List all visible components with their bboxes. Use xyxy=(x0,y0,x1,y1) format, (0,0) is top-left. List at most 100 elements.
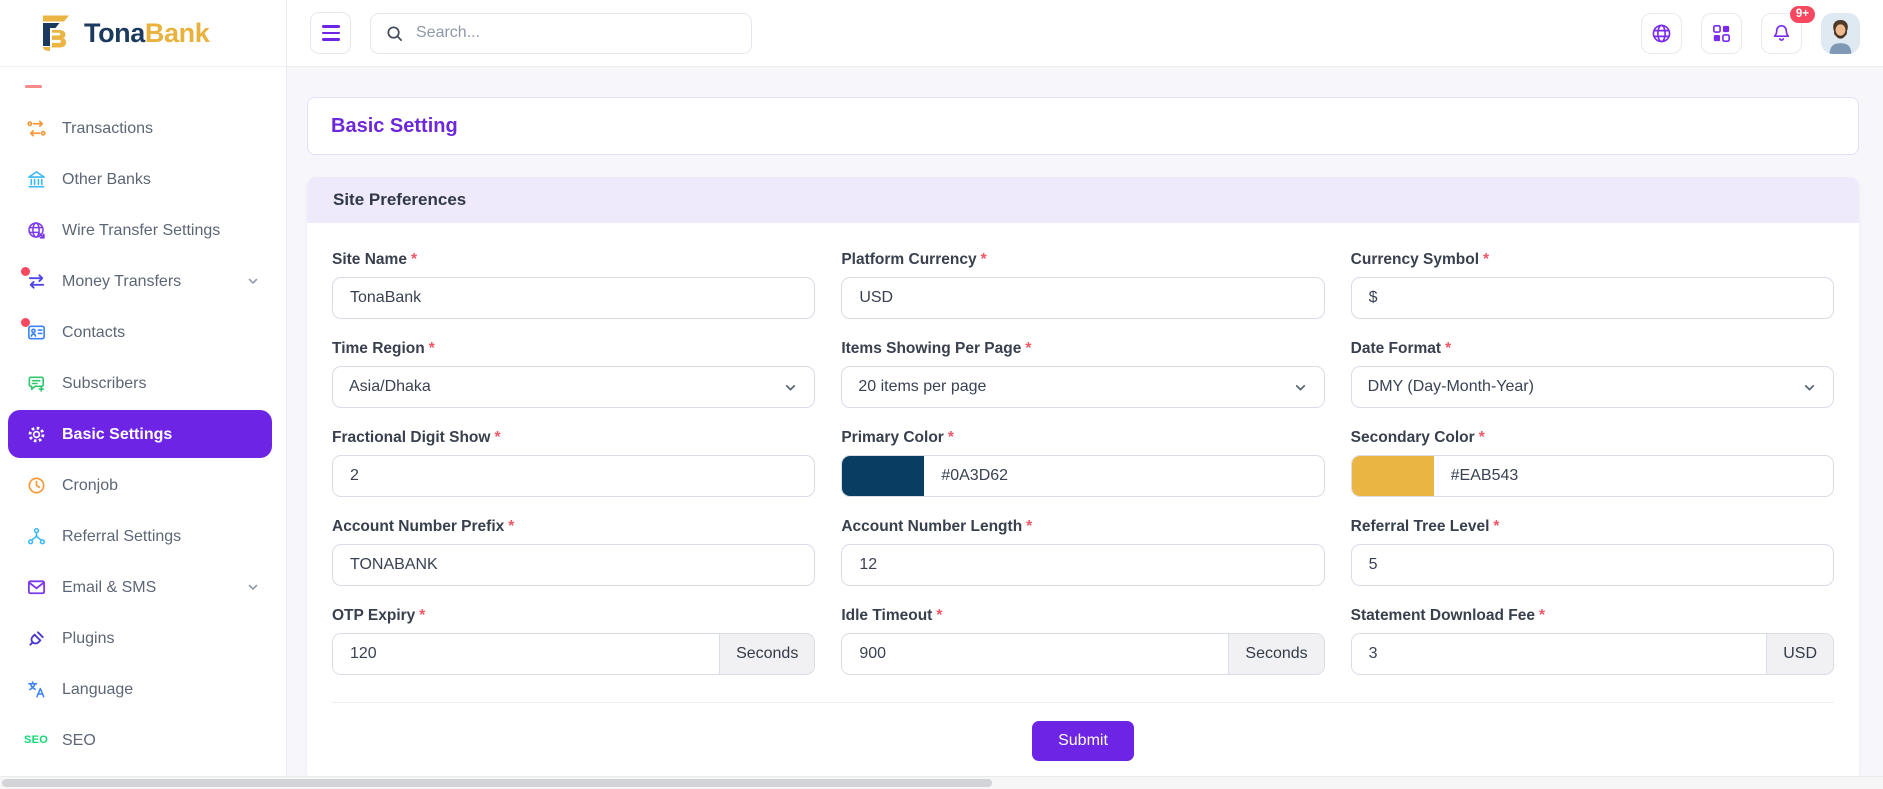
page-title-card: Basic Setting xyxy=(307,97,1859,155)
required-asterisk: * xyxy=(1539,607,1545,624)
account-number-prefix-input[interactable] xyxy=(332,544,815,586)
sidebar-item-subscribers[interactable]: Subscribers xyxy=(0,359,286,407)
required-asterisk: * xyxy=(494,429,500,446)
field-secondary-color: Secondary Color* xyxy=(1351,429,1834,497)
date-format-select[interactable]: DMY (Day-Month-Year) xyxy=(1351,366,1834,408)
primary-color-input[interactable] xyxy=(924,456,1323,496)
sidebar-item-money-transfers[interactable]: Money Transfers xyxy=(0,257,286,305)
sidebar-item-plugins[interactable]: Plugins xyxy=(0,614,286,662)
globe-transfer-icon xyxy=(25,219,47,241)
sidebar-item-label: Referral Settings xyxy=(62,528,181,545)
required-asterisk: * xyxy=(429,340,435,357)
sidebar-item-label: Wire Transfer Settings xyxy=(62,222,220,239)
sidebar-item-label: Email & SMS xyxy=(62,579,156,596)
currency-symbol-input[interactable] xyxy=(1351,277,1834,319)
field-label: Secondary Color* xyxy=(1351,429,1834,447)
clock-icon xyxy=(25,474,47,496)
sidebar-nav: Transactions Other Banks Wire Transfer S… xyxy=(0,67,286,764)
sidebar-item-referral-settings[interactable]: Referral Settings xyxy=(0,512,286,560)
apps-grid-icon xyxy=(1710,22,1733,45)
form-footer: Submit xyxy=(332,702,1834,781)
chat-plus-icon xyxy=(25,372,47,394)
primary-color-swatch[interactable] xyxy=(842,456,924,496)
field-label: Items Showing Per Page* xyxy=(841,340,1324,358)
required-asterisk: * xyxy=(411,251,417,268)
required-asterisk: * xyxy=(981,251,987,268)
sidebar-item-label: Language xyxy=(62,681,133,698)
notification-count-badge: 9+ xyxy=(1790,6,1815,24)
secondary-color-swatch[interactable] xyxy=(1352,456,1434,496)
field-primary-color: Primary Color* xyxy=(841,429,1324,497)
field-fractional-digit: Fractional Digit Show* xyxy=(332,429,815,497)
required-asterisk: * xyxy=(1483,251,1489,268)
brand-name: TonaBank xyxy=(84,18,209,49)
fractional-digit-input[interactable] xyxy=(332,455,815,497)
field-account-number-prefix: Account Number Prefix* xyxy=(332,518,815,586)
sidebar-item-other-banks[interactable]: Other Banks xyxy=(0,155,286,203)
sidebar-item-label: Transactions xyxy=(62,120,153,137)
statement-fee-input[interactable] xyxy=(1352,634,1767,674)
sidebar-item-contacts[interactable]: Contacts xyxy=(0,308,286,356)
field-date-format: Date Format* DMY (Day-Month-Year) xyxy=(1351,340,1834,408)
sidebar-item-wire-transfer-settings[interactable]: Wire Transfer Settings xyxy=(0,206,286,254)
time-region-select[interactable]: Asia/Dhaka xyxy=(332,366,815,408)
sidebar-item-cronjob[interactable]: Cronjob xyxy=(0,461,286,509)
apps-menu-button[interactable] xyxy=(1701,13,1742,54)
field-label: OTP Expiry* xyxy=(332,607,815,625)
top-header: 9+ xyxy=(287,0,1883,67)
field-label: Date Format* xyxy=(1351,340,1834,358)
chevron-down-icon xyxy=(783,380,798,395)
field-label: Platform Currency* xyxy=(841,251,1324,269)
required-asterisk: * xyxy=(1479,429,1485,446)
items-per-page-select[interactable]: 20 items per page xyxy=(841,366,1324,408)
idle-timeout-input[interactable] xyxy=(842,634,1228,674)
field-label: Primary Color* xyxy=(841,429,1324,447)
page-title: Basic Setting xyxy=(331,115,458,138)
sidebar-item-email-sms[interactable]: Email & SMS xyxy=(0,563,286,611)
notifications-button[interactable]: 9+ xyxy=(1761,13,1802,54)
account-number-length-input[interactable] xyxy=(841,544,1324,586)
input-addon-seconds: Seconds xyxy=(719,634,814,674)
plug-icon xyxy=(25,627,47,649)
language-globe-button[interactable] xyxy=(1641,13,1682,54)
sidebar-toggle-button[interactable] xyxy=(310,12,351,54)
sidebar-item-label: Other Banks xyxy=(62,171,151,188)
select-value: 20 items per page xyxy=(858,378,986,396)
otp-expiry-input[interactable] xyxy=(333,634,719,674)
sidebar-item-basic-settings[interactable]: Basic Settings xyxy=(8,410,272,458)
referral-tree-level-input[interactable] xyxy=(1351,544,1834,586)
field-label: Referral Tree Level* xyxy=(1351,518,1834,536)
brand-logo[interactable]: TonaBank xyxy=(0,0,286,67)
field-otp-expiry: OTP Expiry* Seconds xyxy=(332,607,815,675)
field-label: Statement Download Fee* xyxy=(1351,607,1834,625)
field-referral-tree-level: Referral Tree Level* xyxy=(1351,518,1834,586)
field-label: Site Name* xyxy=(332,251,815,269)
select-value: Asia/Dhaka xyxy=(349,378,431,396)
user-avatar[interactable] xyxy=(1821,13,1860,54)
platform-currency-input[interactable] xyxy=(841,277,1324,319)
search-input[interactable] xyxy=(414,23,737,43)
sidebar-item-seo[interactable]: SEO SEO xyxy=(0,716,286,764)
page-content: Basic Setting Site Preferences Site Name… xyxy=(287,67,1883,789)
required-asterisk: * xyxy=(1445,340,1451,357)
submit-button[interactable]: Submit xyxy=(1032,721,1134,761)
field-account-number-length: Account Number Length* xyxy=(841,518,1324,586)
chevron-down-icon xyxy=(1293,380,1308,395)
sidebar-item-transactions[interactable]: Transactions xyxy=(0,104,286,152)
scrollbar-thumb[interactable] xyxy=(2,779,992,787)
avatar-image xyxy=(1821,13,1860,54)
gear-icon xyxy=(25,423,47,445)
field-time-region: Time Region* Asia/Dhaka xyxy=(332,340,815,408)
notification-dot xyxy=(21,318,30,327)
search-box[interactable] xyxy=(370,13,752,54)
secondary-color-input[interactable] xyxy=(1434,456,1833,496)
site-name-input[interactable] xyxy=(332,277,815,319)
site-preferences-card: Site Preferences Site Name* Platform Cur… xyxy=(307,177,1859,781)
field-site-name: Site Name* xyxy=(332,251,815,319)
field-items-per-page: Items Showing Per Page* 20 items per pag… xyxy=(841,340,1324,408)
field-label: Currency Symbol* xyxy=(1351,251,1834,269)
settings-form: Site Name* Platform Currency* Currency S… xyxy=(307,223,1859,675)
sidebar-item-label: Plugins xyxy=(62,630,114,647)
horizontal-scrollbar[interactable] xyxy=(0,776,1883,789)
sidebar-item-language[interactable]: Language xyxy=(0,665,286,713)
